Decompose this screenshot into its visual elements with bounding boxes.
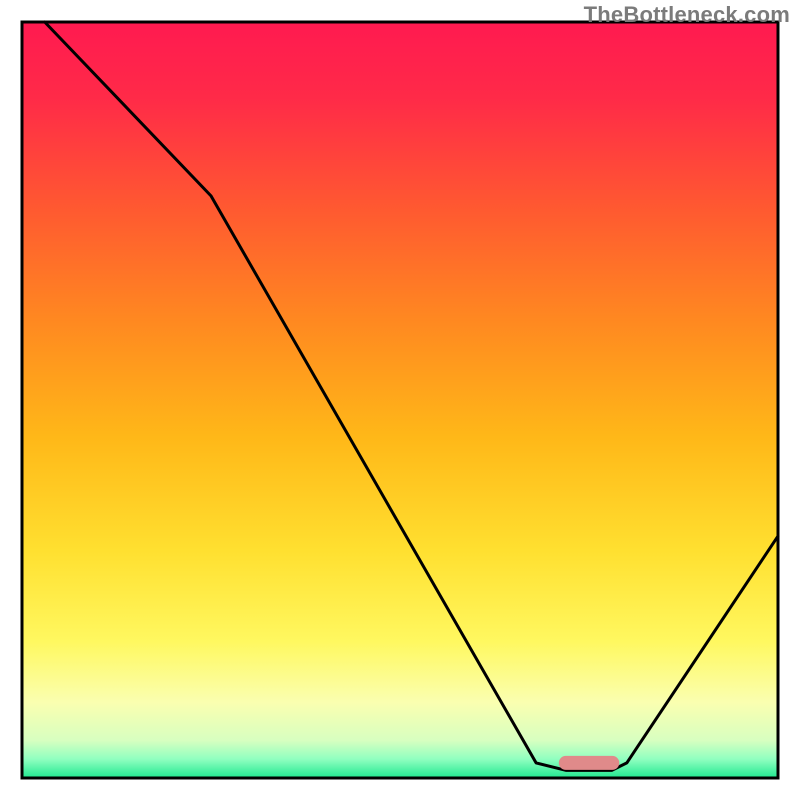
optimal-marker — [559, 756, 620, 770]
chart-container: TheBottleneck.com — [0, 0, 800, 800]
watermark-text: TheBottleneck.com — [584, 2, 790, 28]
plot-background — [22, 22, 778, 778]
bottleneck-curve-chart — [0, 0, 800, 800]
